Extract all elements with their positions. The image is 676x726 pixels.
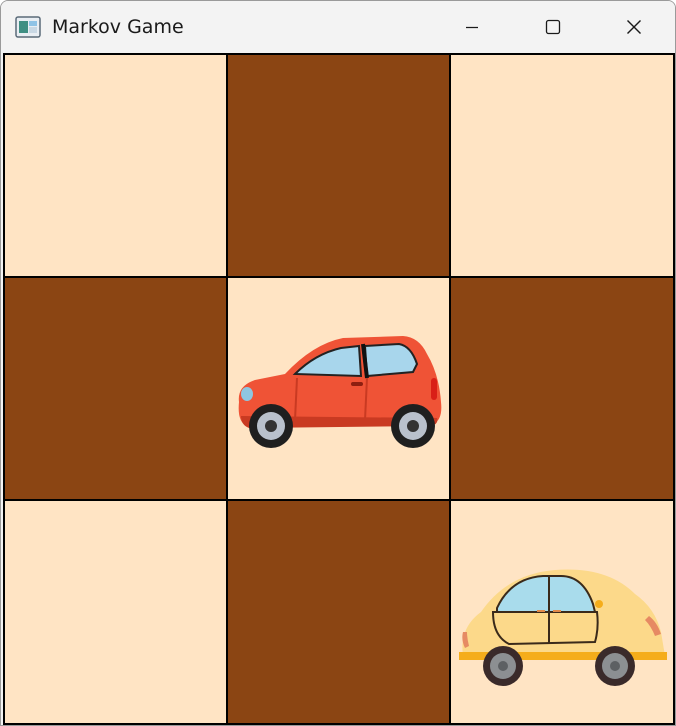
board-cell-r2-c1[interactable] bbox=[228, 501, 449, 723]
close-button[interactable] bbox=[611, 1, 657, 53]
board-cell-r0-c2[interactable] bbox=[451, 55, 673, 276]
maximize-button[interactable] bbox=[530, 1, 576, 53]
maximize-icon bbox=[545, 19, 561, 35]
yellow-car-piece[interactable] bbox=[457, 564, 667, 692]
game-board bbox=[3, 53, 675, 725]
minimize-icon bbox=[466, 26, 478, 29]
window-title: Markov Game bbox=[52, 16, 184, 38]
board-cell-r2-c0[interactable] bbox=[5, 501, 226, 723]
board-cell-r1-c2[interactable] bbox=[451, 278, 673, 499]
minimize-button[interactable] bbox=[449, 1, 495, 53]
window-app-icon bbox=[15, 16, 41, 38]
close-icon bbox=[627, 20, 641, 34]
app-window: Markov Game bbox=[0, 0, 676, 726]
board-cell-r0-c0[interactable] bbox=[5, 55, 226, 276]
red-car-piece[interactable] bbox=[233, 324, 445, 458]
board-cell-r0-c1[interactable] bbox=[228, 55, 449, 276]
title-bar[interactable]: Markov Game bbox=[1, 1, 675, 53]
board-cell-r1-c0[interactable] bbox=[5, 278, 226, 499]
